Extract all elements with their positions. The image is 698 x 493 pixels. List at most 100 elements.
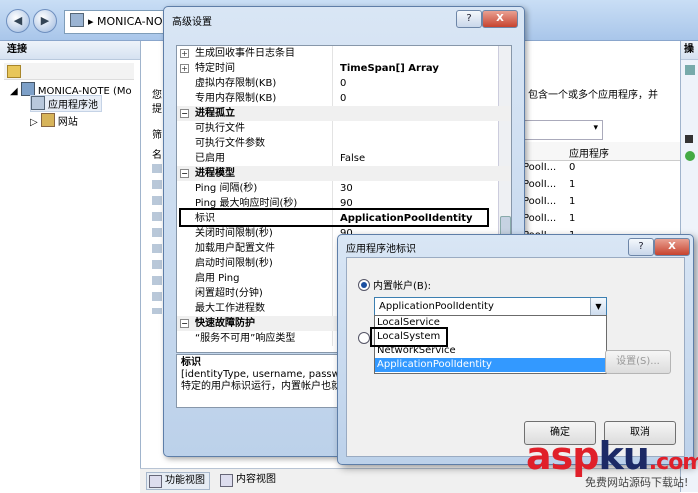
builtin-account-select[interactable]: ApplicationPoolIdentity ▼ (374, 297, 607, 316)
connections-pane: 连接 ◢ MONICA-NOTE (Mo 应用程序池 ▷ 网站 (0, 41, 141, 492)
column-divider (332, 301, 333, 316)
property-name: 可执行文件 (195, 123, 245, 134)
actions-title: 操 (681, 41, 698, 60)
dialog-title: 高级设置 (172, 17, 212, 28)
property-name: Ping 间隔(秒) (195, 183, 258, 194)
property-name: 闲置超时(分钟) (195, 288, 263, 299)
list-header: 应用程序 (523, 142, 680, 161)
server-icon (70, 13, 84, 27)
identity-dialog: 应用程序池标识 ? X 内置帐户(B): ApplicationPoolIden… (337, 234, 694, 465)
column-divider (332, 181, 333, 196)
property-row[interactable]: 可执行文件参数 (177, 136, 511, 151)
help-text: 包含一个或多个应用程序，并 (528, 90, 658, 101)
property-name: 专用内存限制(KB) (195, 93, 277, 104)
tree-item-sites[interactable]: ▷ 网站 (30, 113, 78, 128)
pool-row-icons (152, 164, 162, 314)
custom-account-radio[interactable] (358, 332, 370, 344)
property-name: 可执行文件参数 (195, 138, 265, 149)
property-value[interactable]: 0 (340, 76, 346, 91)
property-row[interactable]: + 生成回收事件日志条目 (177, 46, 511, 61)
server-icon (20, 82, 35, 96)
property-name: 关闭时间限制(秒) (195, 228, 273, 239)
column-divider (332, 46, 333, 61)
help-button[interactable]: ? (628, 238, 654, 256)
property-row[interactable]: 专用内存限制(KB) 0 (177, 91, 511, 106)
chevron-down-icon: ▾ (593, 123, 598, 133)
list-item[interactable]: PoolI...1 (523, 213, 575, 224)
property-name: 进程模型 (195, 168, 235, 179)
property-name: 加载用户配置文件 (195, 243, 275, 254)
connections-toolbar (4, 63, 134, 80)
builtin-account-label: 内置帐户(B): (373, 281, 432, 292)
localsystem-highlight-box (370, 327, 448, 347)
property-name: 启用 Ping (195, 273, 240, 284)
sites-folder-icon (40, 113, 55, 127)
property-value[interactable]: False (340, 151, 365, 166)
forward-button[interactable]: ▶ (33, 9, 57, 33)
recycle-icon[interactable] (685, 151, 695, 161)
property-name: 最大工作进程数 (195, 303, 265, 314)
content-view-tab[interactable]: 内容视图 (218, 472, 276, 488)
expand-icon[interactable]: ◢ (10, 86, 21, 97)
back-button[interactable]: ◀ (6, 9, 30, 33)
property-name: 进程孤立 (195, 108, 235, 119)
property-value[interactable]: 0 (340, 91, 346, 106)
collapse-icon[interactable]: ▷ (30, 117, 41, 128)
column-divider (332, 61, 333, 76)
builtin-account-radio[interactable] (358, 279, 370, 291)
help-button[interactable]: ? (456, 10, 482, 28)
property-value[interactable]: 30 (340, 181, 353, 196)
collapse-icon[interactable]: − (180, 109, 189, 118)
property-row[interactable]: 可执行文件 (177, 121, 511, 136)
property-row[interactable]: Ping 间隔(秒) 30 (177, 181, 511, 196)
property-row[interactable]: + 特定时间 TimeSpan[] Array (177, 61, 511, 76)
features-view-tab[interactable]: 功能视图 (146, 472, 210, 490)
expand-icon[interactable]: + (180, 49, 189, 58)
tree-item-app-pools[interactable]: 应用程序池 (30, 95, 102, 112)
column-divider (332, 91, 333, 106)
watermark-subtitle: 免费网站源码下载站! (585, 476, 689, 489)
group-by-dropdown[interactable]: ▾ (523, 120, 603, 140)
stop-icon[interactable] (685, 135, 693, 143)
list-item[interactable]: PoolI...1 (523, 196, 575, 207)
property-name: 已启用 (195, 153, 225, 164)
close-button[interactable]: X (482, 10, 518, 28)
identity-highlight-box (179, 208, 489, 227)
column-divider (332, 121, 333, 136)
column-header-applications[interactable]: 应用程序 (569, 145, 609, 160)
action-icon[interactable] (685, 65, 695, 75)
property-row[interactable]: 已启用 False (177, 151, 511, 166)
chevron-down-icon[interactable]: ▼ (590, 298, 606, 315)
address-text: MONICA-NO (97, 15, 163, 28)
identity-dialog-title: 应用程序池标识 (346, 244, 416, 255)
property-category[interactable]: − 进程孤立 (177, 106, 511, 121)
identity-dialog-body: 内置帐户(B): ApplicationPoolIdentity ▼ Local… (346, 257, 685, 457)
expand-icon[interactable]: + (180, 64, 189, 73)
column-divider (332, 241, 333, 256)
property-value[interactable]: TimeSpan[] Array (340, 61, 439, 76)
help-text-left1: 您 (152, 90, 162, 101)
list-item[interactable]: PoolI... 0 (523, 162, 575, 173)
column-divider (332, 226, 333, 241)
collapse-icon[interactable]: − (180, 319, 189, 328)
column-divider (332, 76, 333, 91)
app-pool-icon (31, 96, 45, 110)
help-text-left2: 提 (152, 104, 162, 115)
option-applicationpoolidentity[interactable]: ApplicationPoolIdentity (375, 358, 606, 372)
property-name: “服务不可用”响应类型 (195, 333, 296, 344)
column-divider (332, 286, 333, 301)
list-item[interactable]: PoolI...1 (523, 179, 575, 190)
property-name: 快速故障防护 (195, 318, 255, 329)
close-button[interactable]: X (654, 238, 690, 256)
property-row[interactable]: 虚拟内存限制(KB) 0 (177, 76, 511, 91)
content-view-icon (220, 474, 233, 487)
property-name: 特定时间 (195, 63, 235, 74)
folder-icon[interactable] (7, 65, 21, 78)
collapse-icon[interactable]: − (180, 169, 189, 178)
column-divider (332, 256, 333, 271)
settings-button[interactable]: 设置(S)... (605, 350, 671, 374)
filter-label: 筛 (152, 130, 162, 141)
watermark-logo: aspku.com (526, 434, 698, 478)
property-category[interactable]: − 进程模型 (177, 166, 511, 181)
name-column-header: 名 (152, 150, 162, 161)
